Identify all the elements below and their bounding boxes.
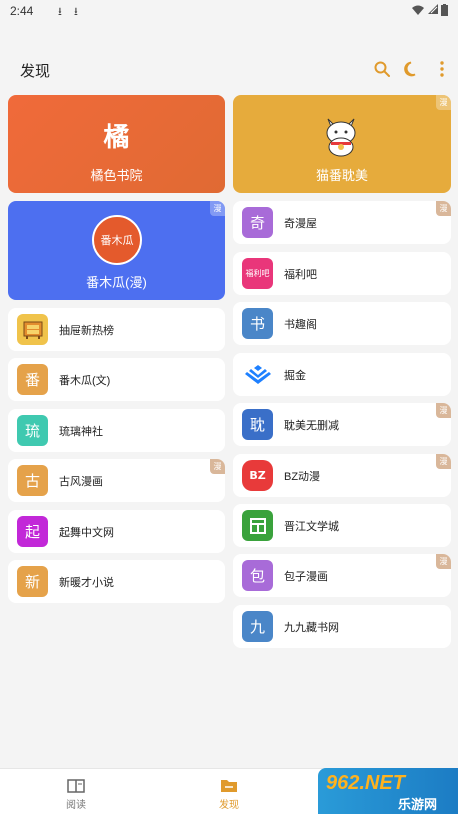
juse-logo: 橘 [103,122,130,152]
watermark-brand: 962.NET [326,772,405,794]
source-glyph-icon: 九 [242,611,273,642]
source-item-liuli[interactable]: 琉 琉璃神社 [8,409,225,452]
signal-icon [428,4,438,14]
watermark-site: 乐游网 [398,797,438,812]
more-menu-button[interactable] [431,58,453,80]
manga-tag: 漫 [436,95,451,110]
featured-card-fanmugua[interactable]: 漫 番木瓜 番木瓜(漫) [8,201,225,300]
source-item-chouti[interactable]: 抽屉新热榜 [8,308,225,351]
source-label: 番木瓜(文) [59,375,111,387]
download-icon: ⭳ [74,6,78,18]
source-label: 晋江文学城 [284,521,339,533]
search-icon [374,61,390,77]
source-glyph-icon: 书 [242,308,273,339]
featured-card-maofan[interactable]: 漫 猫番耽美 [233,95,451,193]
source-item-bz[interactable]: 漫 BZ BZ动漫 [233,454,451,497]
source-label: 耽美无删减 [284,420,339,432]
source-glyph-icon: 起 [17,516,48,547]
folder-icon [221,780,237,792]
manga-tag: 漫 [210,201,225,216]
fuliba-logo: 福利吧 [242,258,273,289]
featured-card-juse[interactable]: 橘 橘色书院 [8,95,225,193]
nav-label: 阅读 [66,800,86,811]
source-glyph-icon: 琉 [17,415,48,446]
download-icon: ⭳ [58,6,62,18]
source-label: 琉璃神社 [59,426,103,438]
source-label: 起舞中文网 [59,527,114,539]
page-title: 发现 [20,63,51,80]
status-bar: 2:44 ⭳ ⭳ [0,0,458,22]
source-item-jinjiang[interactable]: 晋江文学城 [233,504,451,547]
status-time: 2:44 [10,4,34,18]
featured-label: 橘色书院 [90,168,143,183]
source-item-qiwu[interactable]: 起 起舞中文网 [8,510,225,553]
source-label: 抽屉新热榜 [59,325,114,337]
manga-tag: 漫 [436,403,451,418]
source-label: 掘金 [284,370,306,382]
manga-tag: 漫 [436,454,451,469]
source-label: 福利吧 [284,269,317,281]
nav-discover[interactable]: 发现 [189,769,269,814]
source-glyph-icon: 奇 [242,207,273,238]
source-glyph-icon: 耽 [242,409,273,440]
source-item-xinnuancai[interactable]: 新 新暖才小说 [8,560,225,603]
juejin-icon [242,359,273,390]
nav-label: 发现 [219,800,239,811]
source-item-qimanwu[interactable]: 漫 奇 奇漫屋 [233,201,451,244]
source-item-fanmugua-wen[interactable]: 番 番木瓜(文) [8,358,225,401]
app-header: 发现 [0,50,458,90]
featured-label: 番木瓜(漫) [86,275,147,290]
manga-tag: 漫 [436,201,451,216]
featured-label: 猫番耽美 [315,168,368,183]
source-label: 包子漫画 [284,571,328,583]
book-icon [67,779,85,793]
source-label: 古风漫画 [59,476,103,488]
source-item-baozi[interactable]: 漫 包 包子漫画 [233,554,451,597]
source-glyph-icon: 古 [17,465,48,496]
site-watermark: 962.NET 乐游网 [318,768,458,814]
source-label: 书趣阁 [284,319,317,331]
lucky-cat-icon [326,118,356,157]
source-glyph-icon: 包 [242,560,273,591]
source-label: 九九藏书网 [284,622,339,634]
source-glyph-icon: 番 [17,364,48,395]
night-mode-button[interactable] [401,58,423,80]
manga-tag: 漫 [436,554,451,569]
moon-icon [404,61,416,77]
source-item-fuliba[interactable]: 福利吧 福利吧 [233,252,451,295]
fanmugua-logo: 番木瓜 [92,215,142,265]
bz-logo: BZ [242,460,273,491]
battery-icon [441,4,448,16]
search-button[interactable] [371,58,393,80]
jinjiang-icon [242,510,273,541]
source-label: 奇漫屋 [284,218,317,230]
source-item-juejin[interactable]: 掘金 [233,353,451,396]
wifi-icon [412,5,424,15]
source-glyph-icon: 新 [17,566,48,597]
source-item-gufeng[interactable]: 漫 古 古风漫画 [8,459,225,502]
source-label: 新暖才小说 [59,577,114,589]
source-item-shuquge[interactable]: 书 书趣阁 [233,302,451,345]
manga-tag: 漫 [210,459,225,474]
nav-read[interactable]: 阅读 [36,769,116,814]
more-vert-icon [440,61,444,77]
drawer-icon [17,314,48,345]
source-item-jiujiu[interactable]: 九 九九藏书网 [233,605,451,648]
source-label: BZ动漫 [284,471,321,483]
source-item-danmei[interactable]: 漫 耽 耽美无删减 [233,403,451,446]
